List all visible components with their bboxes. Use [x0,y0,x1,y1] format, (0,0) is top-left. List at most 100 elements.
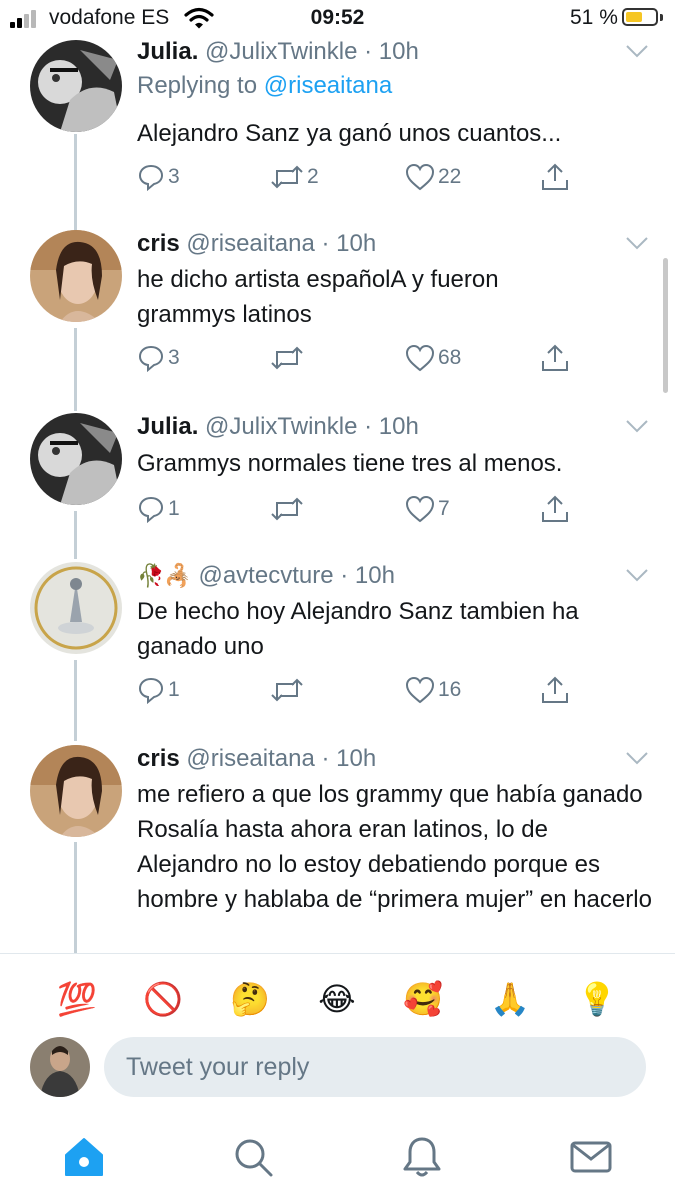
chevron-down-icon[interactable] [625,419,649,433]
bottom-tab-bar [0,1115,675,1200]
user-handle[interactable]: @avtecvture [198,562,333,589]
replying-to: Replying to @riseaitana [137,72,392,100]
avatar[interactable] [30,230,122,322]
like-button[interactable]: 68 [405,343,461,373]
tweet[interactable]: Julia. @JulixTwinkle · 10h Replying to @… [0,38,675,218]
reply-count: 1 [168,678,180,701]
my-avatar[interactable] [30,1037,90,1097]
tweet-text: Grammys normales tiene tres al menos. [137,450,563,477]
timestamp: 10h [354,562,395,589]
share-button[interactable] [540,162,570,192]
tweet[interactable]: Julia. @JulixTwinkle · 10h Grammys norma… [0,413,675,558]
scrollbar[interactable] [663,258,668,393]
timestamp: 10h [336,745,377,772]
like-button[interactable]: 16 [405,675,461,705]
avatar[interactable] [30,40,122,132]
separator: · [364,413,373,440]
like-count: 16 [438,678,462,701]
reply-count: 3 [168,165,180,188]
timestamp: 10h [378,38,419,65]
battery-icon [622,8,658,26]
chevron-down-icon[interactable] [625,44,649,58]
messages-icon[interactable] [569,1135,613,1179]
tweet-actions: 3 68 [137,343,577,373]
separator: · [340,562,349,589]
like-count: 22 [438,165,462,188]
share-button[interactable] [540,675,570,705]
display-name[interactable]: 🥀🦂 [137,564,192,589]
reply-icon [138,677,164,704]
retweet-button[interactable] [270,494,307,524]
like-button[interactable]: 7 [405,494,450,524]
chevron-down-icon[interactable] [625,568,649,582]
avatar[interactable] [30,745,122,837]
reply-icon [138,345,164,372]
avatar[interactable] [30,413,122,505]
retweet-icon [271,497,303,521]
emoji-light-bulb[interactable]: 💡 [572,980,622,1018]
display-name[interactable]: Julia. [137,413,198,440]
replying-to-label: Replying to [137,72,258,99]
emoji-smiling-hearts[interactable]: 🥰 [398,980,448,1018]
retweet-button[interactable] [270,675,307,705]
tweet-actions: 3 2 22 [137,162,577,192]
like-count: 7 [438,497,450,520]
emoji-hundred[interactable]: 💯 [52,980,102,1018]
tweet-header: cris @riseaitana · 10h [137,230,376,258]
tweet-text: De hecho hoy Alejandro Sanz tambien ha g… [137,598,579,660]
tweet[interactable]: 🥀🦂 @avtecvture · 10h De hecho hoy Alejan… [0,562,675,742]
share-icon [542,676,568,703]
reply-input[interactable] [104,1037,646,1097]
retweet-count: 2 [307,165,319,188]
reply-button[interactable]: 1 [137,494,180,524]
timestamp: 10h [378,413,419,440]
emoji-laughing[interactable]: 😂 [312,980,362,1018]
heart-icon [405,344,435,372]
tweet-actions: 1 7 [137,494,577,524]
reply-button[interactable]: 3 [137,162,180,192]
conversation-thread: Julia. @JulixTwinkle · 10h Replying to @… [0,38,675,953]
tweet-header: Julia. @JulixTwinkle · 10h [137,413,419,441]
display-name[interactable]: cris [137,745,180,772]
emoji-thinking[interactable]: 🤔 [225,980,275,1018]
reply-icon [138,164,164,191]
replying-to-mention[interactable]: @riseaitana [264,72,392,99]
reply-icon [138,496,164,523]
retweet-button[interactable]: 2 [270,162,319,192]
reply-count: 1 [168,497,180,520]
search-icon[interactable] [231,1135,275,1179]
chevron-down-icon[interactable] [625,751,649,765]
chevron-down-icon[interactable] [625,236,649,250]
tweet-header: 🥀🦂 @avtecvture · 10h [137,562,395,591]
home-icon[interactable] [62,1135,106,1179]
share-button[interactable] [540,343,570,373]
share-icon [542,495,568,522]
display-name[interactable]: cris [137,230,180,257]
tweet-text: Alejandro Sanz ya ganó unos cuantos... [137,120,562,147]
heart-icon [405,163,435,191]
user-handle[interactable]: @riseaitana [186,745,314,772]
user-handle[interactable]: @JulixTwinkle [205,38,357,65]
battery-percent: 51 % [570,6,618,29]
reply-count: 3 [168,346,180,369]
share-icon [542,344,568,371]
reply-button[interactable]: 1 [137,675,180,705]
notifications-icon[interactable] [400,1135,444,1179]
emoji-folded-hands[interactable]: 🙏 [485,980,535,1018]
heart-icon [405,495,435,523]
user-handle[interactable]: @JulixTwinkle [205,413,357,440]
emoji-suggestion-bar: 💯 🚫 🤔 😂 🥰 🙏 💡 [0,953,675,1044]
display-name[interactable]: Julia. [137,38,198,65]
tweet-header: cris @riseaitana · 10h [137,745,376,773]
tweet[interactable]: cris @riseaitana · 10h he dicho artista … [0,230,675,410]
like-button[interactable]: 22 [405,162,461,192]
separator: · [364,38,373,65]
avatar[interactable] [30,562,122,654]
retweet-icon [271,678,303,702]
share-button[interactable] [540,494,570,524]
retweet-button[interactable] [270,343,307,373]
reply-button[interactable]: 3 [137,343,180,373]
tweet[interactable]: cris @riseaitana · 10h me refiero a que … [0,745,675,953]
user-handle[interactable]: @riseaitana [186,230,314,257]
emoji-prohibited[interactable]: 🚫 [138,980,188,1018]
